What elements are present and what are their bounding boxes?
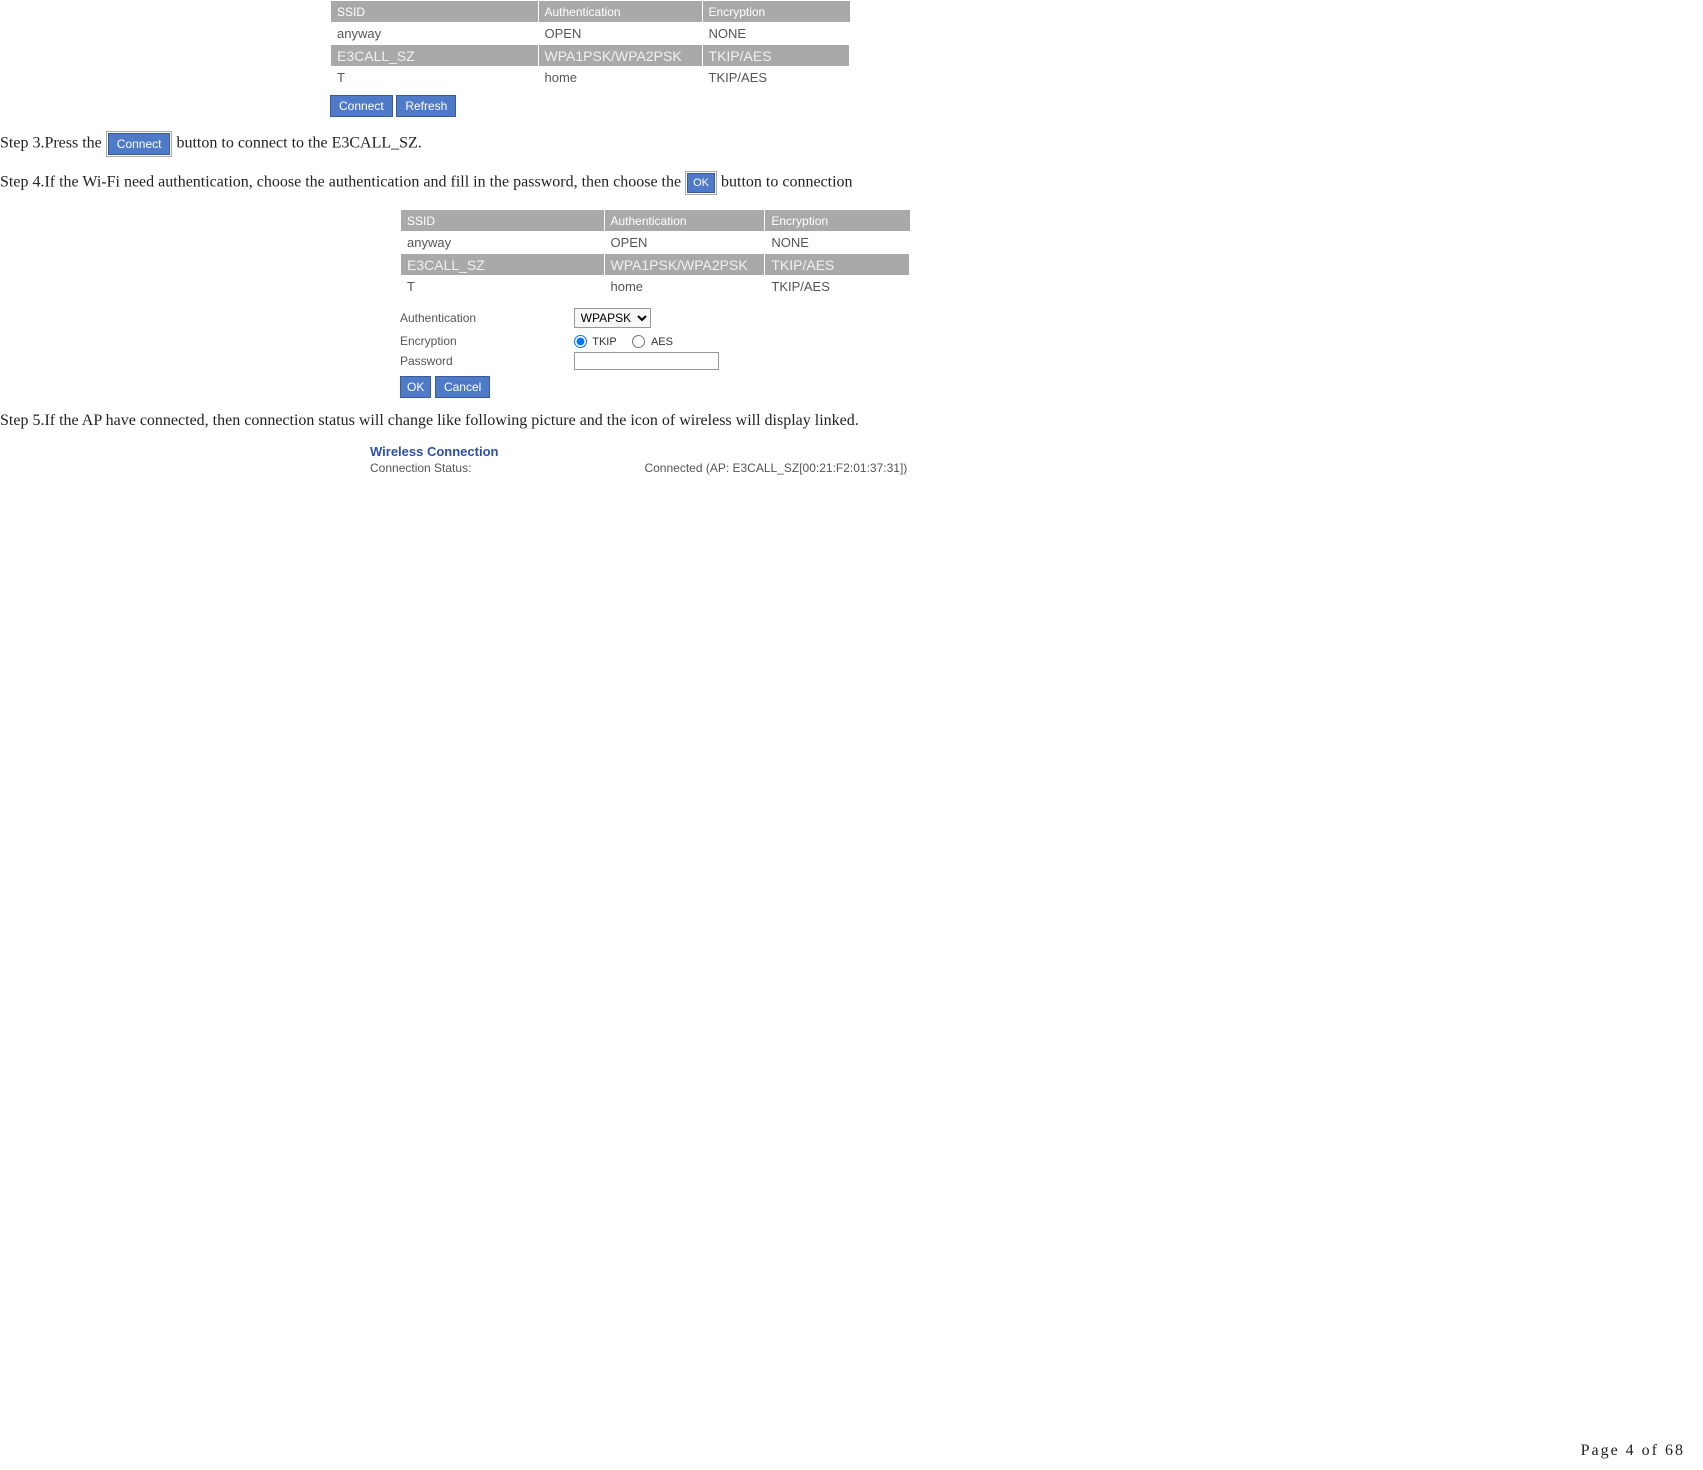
enc-label: Encryption [400,334,570,348]
wifi-list-2: SSID Authentication Encryption anyway OP… [400,209,1703,398]
password-input[interactable] [574,352,719,370]
cell-enc: TKIP/AES [702,67,849,89]
table-row[interactable]: T home TKIP/AES [401,276,910,298]
cell-auth: OPEN [538,23,702,45]
cell-ssid: T [401,276,605,298]
wifi-table: SSID Authentication Encryption anyway OP… [330,0,850,89]
step-5-text: Step 5.If the AP have connected, then co… [0,412,1703,430]
cell-ssid: anyway [401,232,605,254]
enc-tkip-label: TKIP [592,336,616,348]
th-enc: Encryption [765,210,910,232]
th-auth: Authentication [604,210,765,232]
cancel-button[interactable]: Cancel [435,376,490,398]
th-enc: Encryption [702,1,849,23]
cell-auth: home [538,67,702,89]
inline-ok-image: OK [685,171,717,195]
inline-connect-image: Connect [106,131,173,157]
step-3a: Step 3.Press the [0,135,106,152]
cell-enc: TKIP/AES [765,276,910,298]
enc-radio-aes[interactable] [632,335,645,348]
cell-enc: NONE [765,232,910,254]
wireless-title: Wireless Connection [370,444,1703,459]
page-number: Page 4 of 68 [1581,1442,1685,1460]
step-3-text: Step 3.Press the Connect button to conne… [0,131,1703,157]
enc-row: Encryption TKIP AES [400,332,1703,348]
step-4-text: Step 4.If the Wi-Fi need authentication,… [0,171,1703,195]
cell-auth: OPEN [604,232,765,254]
cell-auth: home [604,276,765,298]
wifi-list-1: SSID Authentication Encryption anyway OP… [330,0,1703,117]
cell-enc: TKIP/AES [765,254,910,276]
table-row[interactable]: T home TKIP/AES [331,67,850,89]
pwd-label: Password [400,354,570,368]
cell-enc: NONE [702,23,849,45]
ok-button[interactable]: OK [400,376,431,398]
enc-radio-tkip[interactable] [574,335,587,348]
auth-label: Authentication [400,311,570,325]
connect-button[interactable]: Connect [330,95,393,117]
cell-ssid: E3CALL_SZ [401,254,605,276]
cell-ssid: E3CALL_SZ [331,45,539,67]
wifi-table-2: SSID Authentication Encryption anyway OP… [400,209,910,298]
th-auth: Authentication [538,1,702,23]
table-row[interactable]: anyway OPEN NONE [401,232,910,254]
ok-button-inline: OK [687,173,715,193]
step-4a: Step 4.If the Wi-Fi need authentication,… [0,174,685,191]
th-ssid: SSID [401,210,605,232]
table-row-selected[interactable]: E3CALL_SZ WPA1PSK/WPA2PSK TKIP/AES [331,45,850,67]
cell-ssid: T [331,67,539,89]
auth-select[interactable]: WPAPSK [574,308,651,328]
cell-auth: WPA1PSK/WPA2PSK [604,254,765,276]
pwd-row: Password [400,352,1703,370]
table-row-selected[interactable]: E3CALL_SZ WPA1PSK/WPA2PSK TKIP/AES [401,254,910,276]
connect-button-inline: Connect [108,133,171,155]
enc-aes-label: AES [651,336,673,348]
cell-ssid: anyway [331,23,539,45]
cell-auth: WPA1PSK/WPA2PSK [538,45,702,67]
cell-enc: TKIP/AES [702,45,849,67]
auth-row: Authentication WPAPSK [400,308,1703,328]
th-ssid: SSID [331,1,539,23]
step-4b: button to connection [721,174,853,191]
step-3b: button to connect to the E3CALL_SZ. [176,135,421,152]
wireless-connection-block: Wireless Connection Connection Status: C… [370,444,1703,477]
table-row[interactable]: anyway OPEN NONE [331,23,850,45]
connection-status-label: Connection Status: [370,461,640,475]
refresh-button[interactable]: Refresh [396,95,456,117]
connection-status-value: Connected (AP: E3CALL_SZ[00:21:F2:01:37:… [644,461,907,475]
